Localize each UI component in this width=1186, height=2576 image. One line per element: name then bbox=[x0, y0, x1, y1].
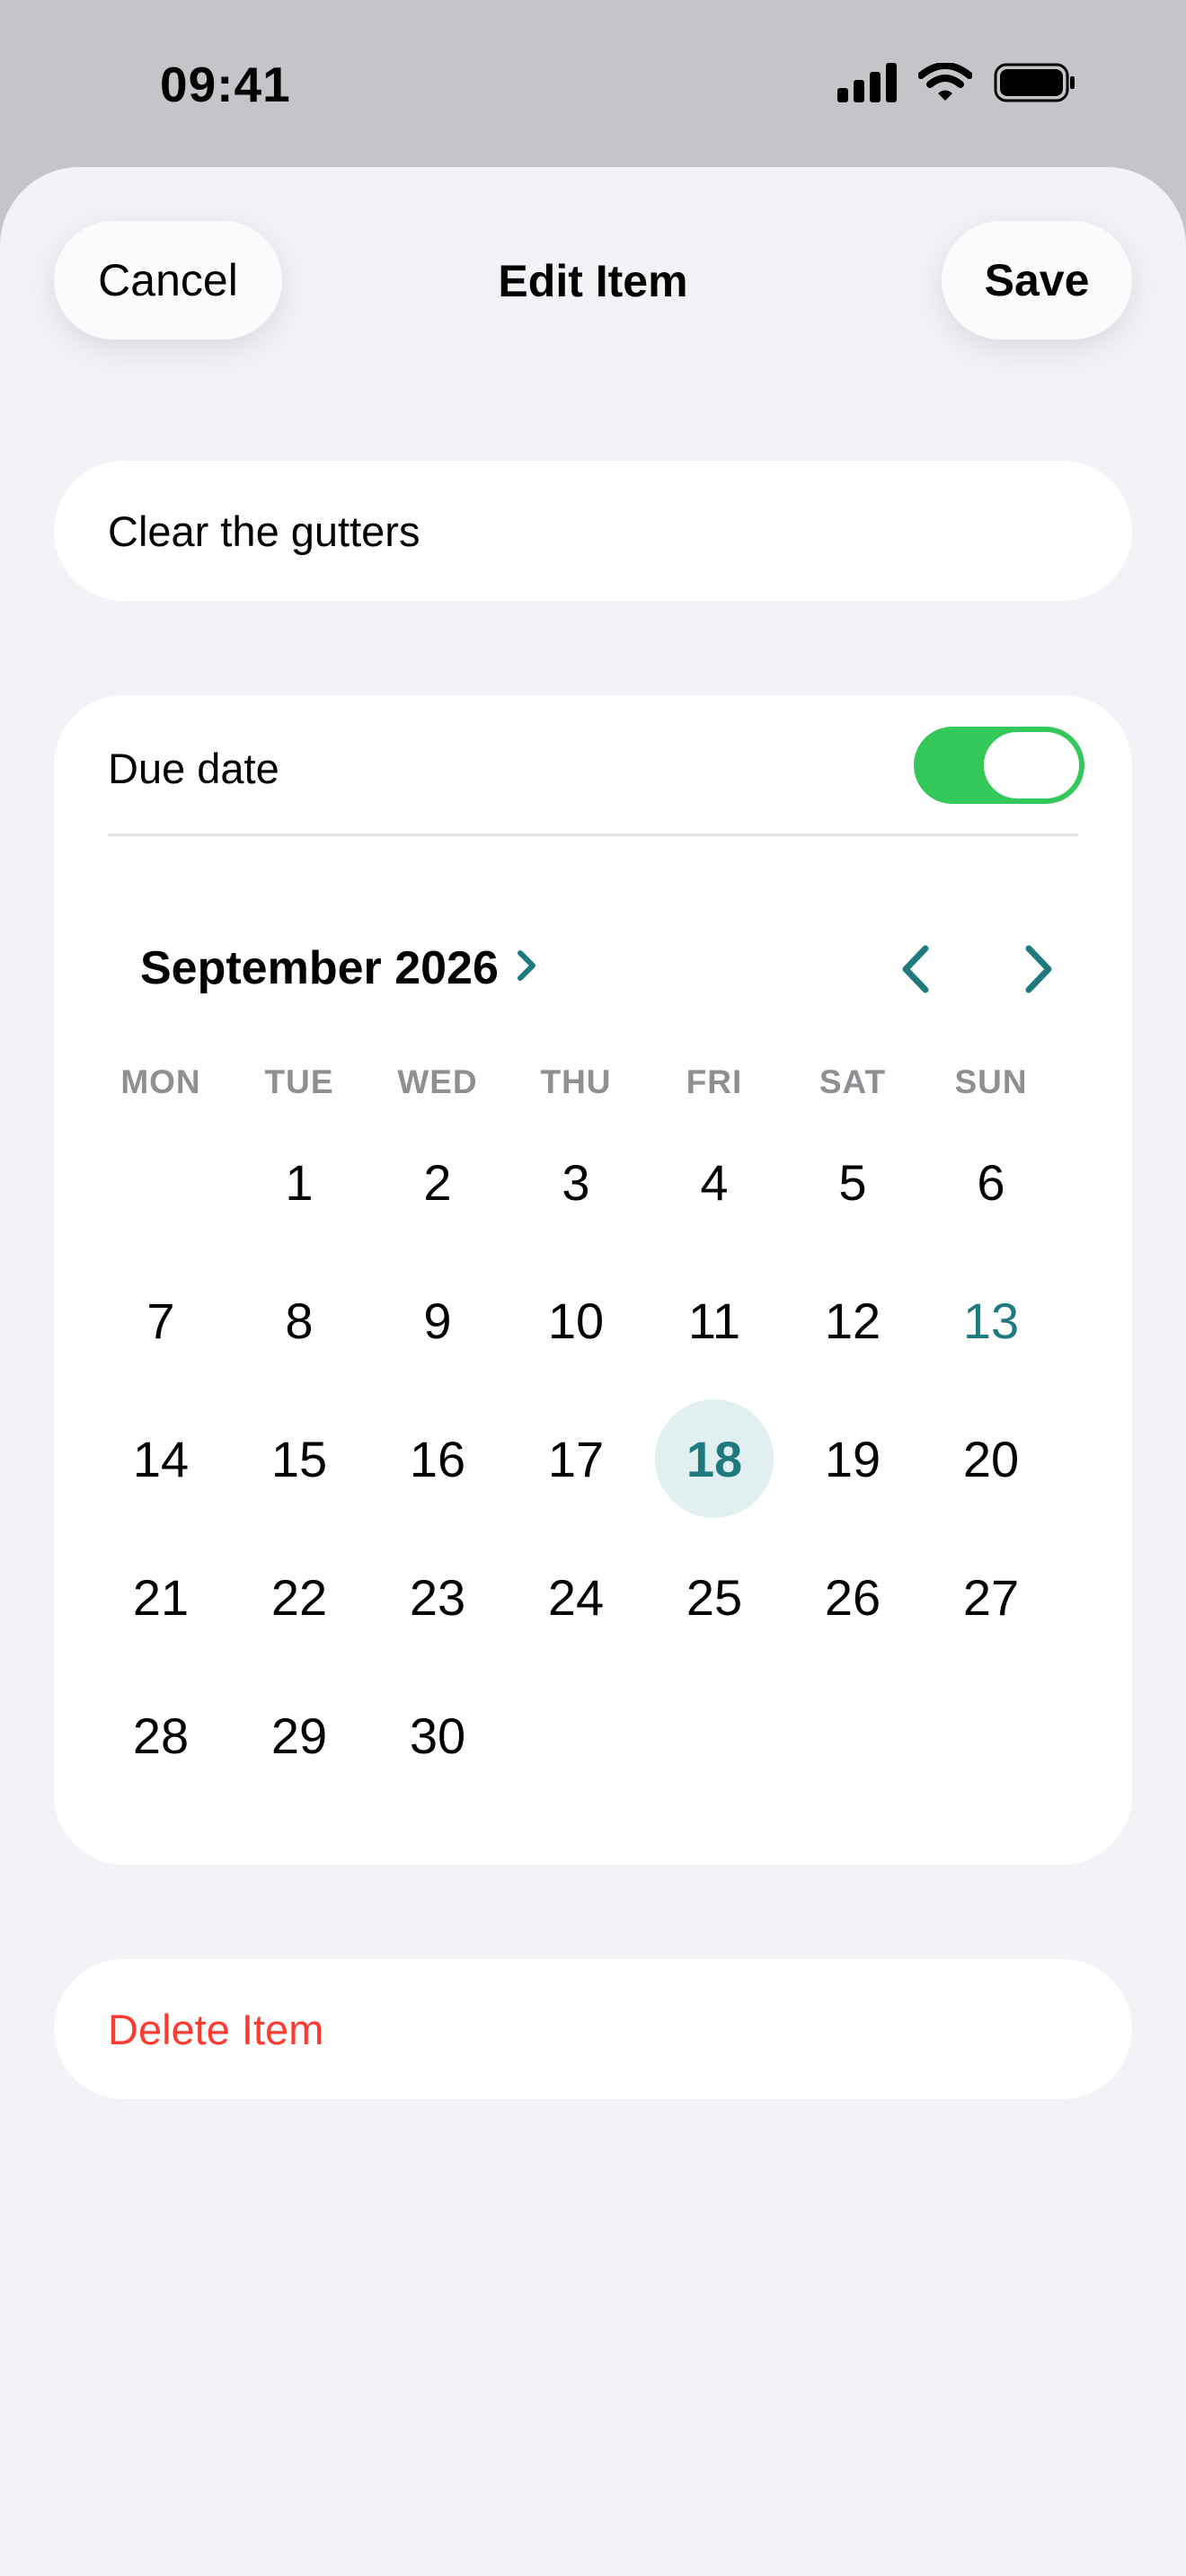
day-7[interactable]: 7 bbox=[92, 1251, 230, 1389]
next-month-button[interactable] bbox=[1006, 940, 1069, 1002]
status-time: 09:41 bbox=[160, 57, 291, 112]
day-number: 6 bbox=[977, 1153, 1005, 1211]
day-number: 11 bbox=[687, 1292, 741, 1349]
day-24[interactable]: 24 bbox=[507, 1528, 645, 1666]
day-number: 5 bbox=[838, 1153, 867, 1211]
day-9[interactable]: 9 bbox=[368, 1251, 507, 1389]
day-number: 10 bbox=[547, 1292, 605, 1349]
day-number: 17 bbox=[547, 1430, 605, 1487]
day-number: 14 bbox=[132, 1430, 190, 1487]
day-8[interactable]: 8 bbox=[230, 1251, 368, 1389]
weekday-label: SUN bbox=[954, 1063, 1028, 1100]
day-27[interactable]: 27 bbox=[922, 1528, 1060, 1666]
day-10[interactable]: 10 bbox=[507, 1251, 645, 1389]
weekday-label: SAT bbox=[819, 1063, 887, 1100]
day-29[interactable]: 29 bbox=[230, 1666, 368, 1804]
day-number: 9 bbox=[423, 1292, 452, 1349]
day-2[interactable]: 2 bbox=[368, 1113, 507, 1251]
day-number: 8 bbox=[285, 1292, 314, 1349]
day-number: 13 bbox=[962, 1292, 1020, 1349]
due-date-card: Due date September 2026 MON TUE WED THU FRI S… bbox=[54, 695, 1132, 1865]
day-grid: 1 2 3 4 5 6 7 8 9 10 11 12 13 14 15 16 17 18 19 20 21 22 23 24 2… bbox=[92, 1113, 1060, 1804]
day-23[interactable]: 23 bbox=[368, 1528, 507, 1666]
day-number: 15 bbox=[270, 1430, 328, 1487]
day-25[interactable]: 25 bbox=[645, 1528, 783, 1666]
wifi-icon bbox=[917, 62, 973, 107]
day-18[interactable]: 18 bbox=[645, 1389, 783, 1528]
weekday-label: MON bbox=[120, 1063, 201, 1100]
due-date-toggle[interactable] bbox=[914, 727, 1084, 804]
day-16[interactable]: 16 bbox=[368, 1389, 507, 1528]
day-number: 24 bbox=[547, 1568, 605, 1626]
chevron-right-icon bbox=[1020, 943, 1056, 1000]
due-date-label: Due date bbox=[108, 745, 279, 792]
day-13[interactable]: 13 bbox=[922, 1251, 1060, 1389]
weekday-label: TUE bbox=[264, 1063, 334, 1100]
day-15[interactable]: 15 bbox=[230, 1389, 368, 1528]
day-number: 26 bbox=[824, 1568, 881, 1626]
chevron-left-icon bbox=[898, 943, 934, 1000]
day-21[interactable]: 21 bbox=[92, 1528, 230, 1666]
day-1[interactable]: 1 bbox=[230, 1113, 368, 1251]
day-30[interactable]: 30 bbox=[368, 1666, 507, 1804]
month-title: September 2026 bbox=[140, 942, 499, 994]
day-number: 20 bbox=[962, 1430, 1020, 1487]
day-number: 12 bbox=[824, 1292, 881, 1349]
day-5[interactable]: 5 bbox=[783, 1113, 922, 1251]
day-11[interactable]: 11 bbox=[645, 1251, 783, 1389]
day-number: 3 bbox=[562, 1153, 590, 1211]
day-number: 29 bbox=[270, 1707, 328, 1764]
day-12[interactable]: 12 bbox=[783, 1251, 922, 1389]
day-number: 28 bbox=[132, 1707, 190, 1764]
day-22[interactable]: 22 bbox=[230, 1528, 368, 1666]
day-number: 2 bbox=[423, 1153, 452, 1211]
day-26[interactable]: 26 bbox=[783, 1528, 922, 1666]
day-blank bbox=[92, 1113, 230, 1251]
weekday-header: MON TUE WED THU FRI SAT SUN bbox=[92, 1063, 1060, 1101]
day-19[interactable]: 19 bbox=[783, 1389, 922, 1528]
day-number: 23 bbox=[409, 1568, 466, 1626]
day-number: 27 bbox=[962, 1568, 1020, 1626]
day-number: 21 bbox=[132, 1568, 190, 1626]
day-6[interactable]: 6 bbox=[922, 1113, 1060, 1251]
day-number: 30 bbox=[409, 1707, 466, 1764]
weekday-label: WED bbox=[397, 1063, 478, 1100]
status-bar: 09:41 bbox=[0, 0, 1186, 167]
battery-icon bbox=[994, 63, 1076, 107]
day-4[interactable]: 4 bbox=[645, 1113, 783, 1251]
day-number: 4 bbox=[700, 1153, 729, 1211]
weekday-label: THU bbox=[540, 1063, 612, 1100]
day-number: 18 bbox=[655, 1399, 774, 1518]
day-28[interactable]: 28 bbox=[92, 1666, 230, 1804]
day-number: 19 bbox=[824, 1430, 881, 1487]
day-20[interactable]: 20 bbox=[922, 1389, 1060, 1528]
day-number: 16 bbox=[409, 1430, 466, 1487]
previous-month-button[interactable] bbox=[885, 940, 948, 1002]
item-title-field[interactable]: Clear the gutters bbox=[54, 461, 1132, 601]
delete-item-button[interactable]: Delete Item bbox=[54, 1959, 1132, 2099]
toggle-knob bbox=[984, 732, 1079, 798]
day-3[interactable]: 3 bbox=[507, 1113, 645, 1251]
save-button[interactable]: Save bbox=[942, 221, 1132, 340]
day-number: 7 bbox=[146, 1292, 175, 1349]
day-number: 22 bbox=[270, 1568, 328, 1626]
day-number: 1 bbox=[285, 1153, 314, 1211]
cellular-signal-icon bbox=[837, 63, 897, 107]
chevron-right-icon bbox=[515, 941, 538, 995]
day-number: 25 bbox=[686, 1568, 743, 1626]
day-17[interactable]: 17 bbox=[507, 1389, 645, 1528]
day-14[interactable]: 14 bbox=[92, 1389, 230, 1528]
weekday-label: FRI bbox=[686, 1063, 743, 1100]
divider bbox=[108, 834, 1078, 836]
month-picker-button[interactable]: September 2026 bbox=[140, 941, 538, 995]
status-icons bbox=[837, 62, 1076, 107]
